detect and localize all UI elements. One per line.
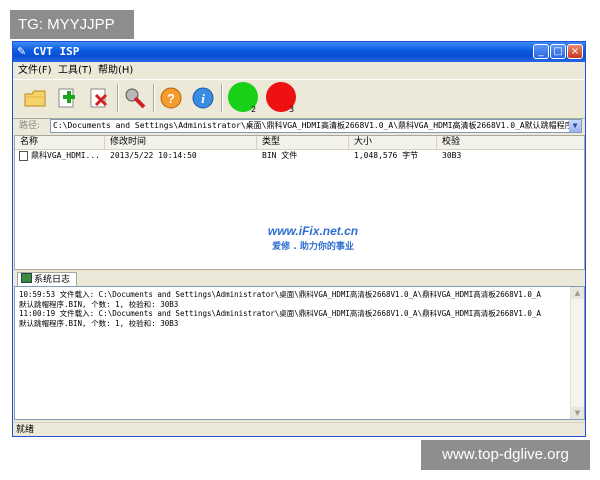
toolbar-separator	[221, 84, 223, 112]
list-header: 名称 修改时间 类型 大小 校验	[15, 136, 584, 150]
menu-tools[interactable]: 工具(T)	[58, 63, 92, 79]
file-list: 名称 修改时间 类型 大小 校验 鼎科VGA_HDMI... 2013/5/22…	[14, 135, 585, 270]
status-bar: 就绪	[13, 422, 585, 437]
remove-file-button[interactable]	[85, 83, 113, 113]
open-folder-button[interactable]	[21, 83, 49, 113]
col-type[interactable]: 类型	[257, 136, 349, 149]
log-text: 10:59:53 文件载入: C:\Documents and Settings…	[19, 290, 567, 328]
path-bar: 路径: C:\Documents and Settings\Administra…	[13, 118, 585, 135]
log-line: 默认跳帽程序.BIN, 个数: 1, 校验和: 30B3	[19, 299, 179, 309]
watermark-main: www.iFix.net.cn	[267, 224, 359, 238]
scroll-up-icon[interactable]: ▲	[571, 287, 584, 299]
log-tab-label: 系统日志	[34, 275, 71, 285]
menu-bar: 文件(F) 工具(T) 帮助(H)	[13, 63, 585, 79]
toolbar-separator	[117, 84, 119, 112]
log-area[interactable]: 10:59:53 文件载入: C:\Documents and Settings…	[14, 286, 585, 420]
col-modified[interactable]: 修改时间	[105, 136, 257, 149]
info-icon: i	[192, 87, 214, 109]
cell-name: 鼎科VGA_HDMI...	[31, 151, 100, 160]
connect-button[interactable]	[121, 83, 149, 113]
add-file-icon	[58, 88, 75, 108]
path-value: C:\Documents and Settings\Administrator\…	[53, 121, 573, 130]
log-icon	[21, 273, 32, 283]
help-button[interactable]: ?	[157, 83, 185, 113]
maximize-button[interactable]: □	[550, 44, 566, 59]
svg-text:?: ?	[167, 91, 175, 106]
menu-help[interactable]: 帮助(H)	[98, 63, 133, 79]
col-size[interactable]: 大小	[349, 136, 437, 149]
folder-icon	[24, 90, 46, 107]
watermark-sub: 爱修 . 助力你的事业	[272, 242, 354, 252]
cell-type: BIN 文件	[262, 151, 298, 160]
path-label: 路径:	[19, 121, 41, 131]
about-button[interactable]: i	[189, 83, 217, 113]
indicator-number: 3	[289, 105, 295, 114]
col-name[interactable]: 名称	[15, 136, 105, 149]
path-combobox[interactable]: C:\Documents and Settings\Administrator\…	[50, 119, 582, 133]
status-text: 就绪	[16, 425, 35, 435]
remove-file-icon	[90, 88, 108, 108]
cell-size: 1,048,576 字节	[354, 151, 419, 160]
plug-icon	[125, 88, 146, 109]
cell-modified: 2013/5/22 10:14:50	[110, 151, 197, 160]
log-line: 默认跳帽程序.BIN, 个数: 1, 校验和: 30B3	[19, 318, 179, 328]
indicator-number: 2	[251, 105, 257, 114]
ifix-watermark: www.iFix.net.cn 爱修 . 助力你的事业	[253, 224, 373, 252]
log-line: 11:00:19 文件载入: C:\Documents and Settings…	[19, 309, 541, 318]
log-scrollbar[interactable]: ▲ ▼	[570, 287, 584, 419]
tab-system-log[interactable]: 系统日志	[17, 272, 77, 286]
title-bar[interactable]: ✎ CVT ISP _ □ ×	[13, 42, 585, 62]
toolbar-separator	[153, 84, 155, 112]
col-checksum[interactable]: 校验	[437, 136, 584, 149]
menu-file[interactable]: 文件(F)	[18, 63, 52, 79]
minimize-button[interactable]: _	[533, 44, 549, 59]
cvt-isp-window: ✎ CVT ISP _ □ × 文件(F) 工具(T) 帮助(H) ? i 2 …	[12, 41, 586, 437]
svg-text:i: i	[201, 91, 205, 106]
site-watermark: www.top-dglive.org	[421, 440, 590, 470]
app-icon: ✎	[17, 45, 27, 58]
cell-checksum: 30B3	[442, 151, 462, 160]
close-button[interactable]: ×	[567, 44, 583, 59]
toolbar: ? i 2 3	[13, 79, 585, 119]
help-icon: ?	[160, 87, 182, 109]
add-file-button[interactable]	[53, 83, 81, 113]
tg-label: TG: MYYJJPP	[10, 10, 134, 39]
scroll-down-icon[interactable]: ▼	[571, 407, 584, 419]
table-row[interactable]: 鼎科VGA_HDMI... 2013/5/22 10:14:50 BIN 文件 …	[15, 150, 584, 162]
window-title: CVT ISP	[33, 45, 80, 58]
chevron-down-icon[interactable]: ▼	[569, 120, 581, 132]
bin-file-icon	[19, 151, 28, 161]
log-line: 10:59:53 文件载入: C:\Documents and Settings…	[19, 290, 541, 299]
